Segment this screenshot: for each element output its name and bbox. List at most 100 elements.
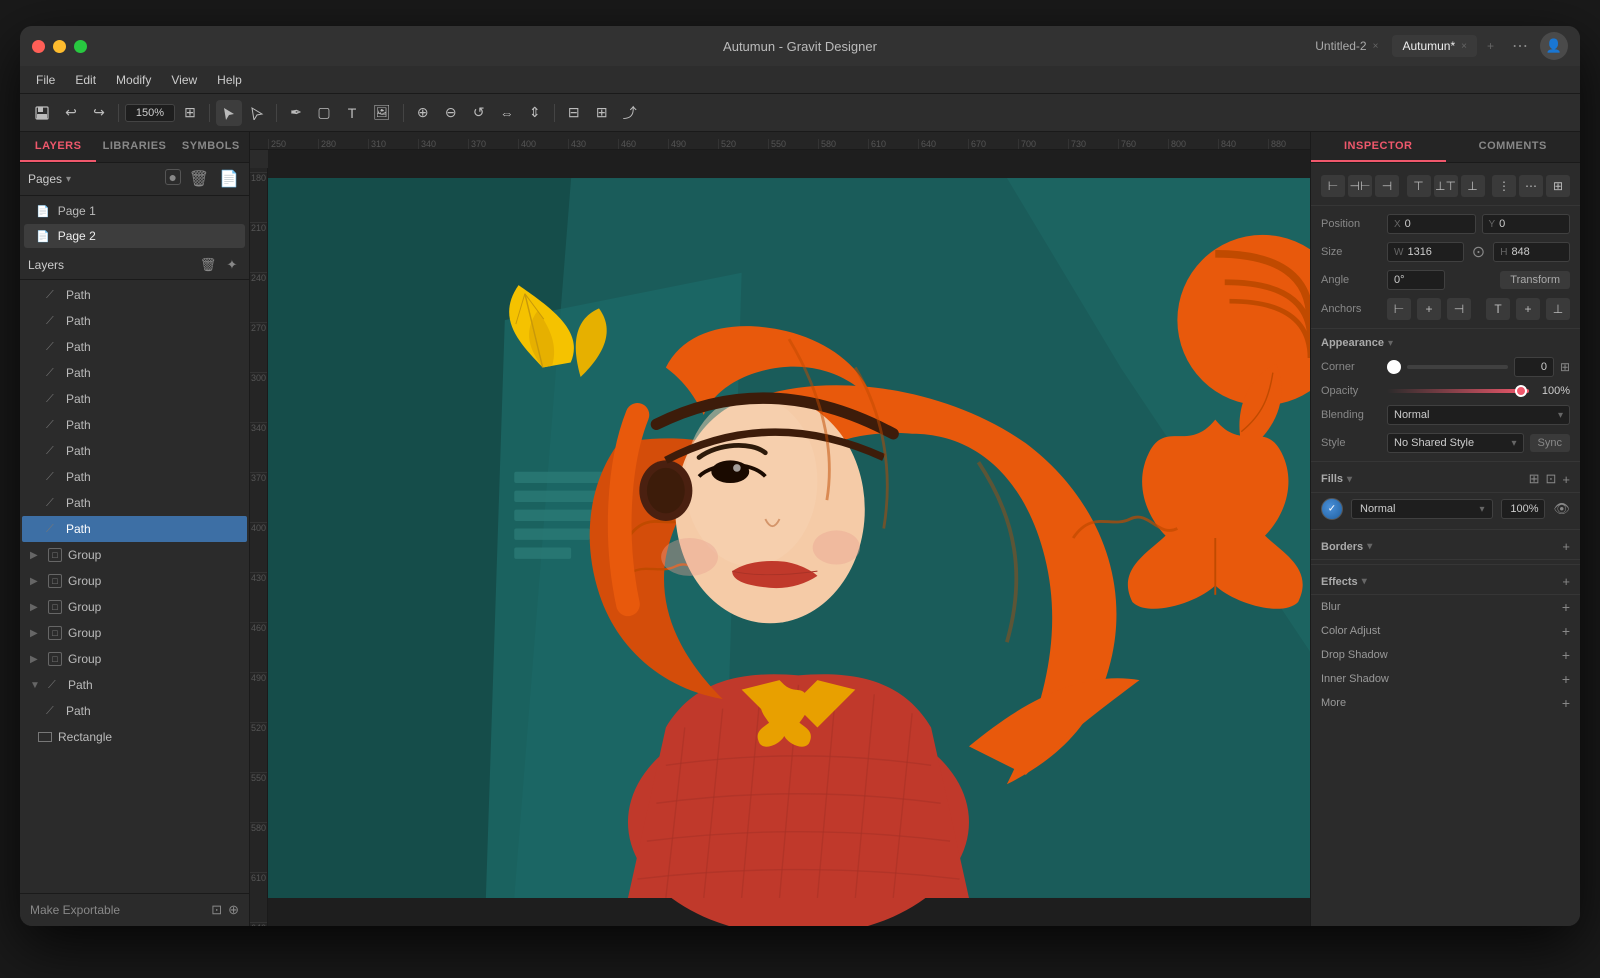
export-tool[interactable]: ⤴ xyxy=(617,100,643,126)
anchor-mid-button[interactable]: + xyxy=(1516,298,1540,320)
layer-path-11[interactable]: ⟋ Path xyxy=(22,698,247,724)
rotate-tool[interactable]: ↺ xyxy=(466,100,492,126)
boolean-subtract[interactable]: ⊖ xyxy=(438,100,464,126)
distribute-tool[interactable]: ⊞ xyxy=(589,100,615,126)
image-tool[interactable]: 🖼 xyxy=(367,100,397,126)
layer-path-8[interactable]: ⟋ Path xyxy=(22,464,247,490)
layer-path-2[interactable]: ⟋ Path xyxy=(22,308,247,334)
appearance-section[interactable]: Appearance ▾ xyxy=(1311,333,1580,353)
group-expand-3[interactable]: ▶ xyxy=(30,602,42,613)
layer-path-group[interactable]: ▼ ⟋ Path xyxy=(22,672,247,698)
position-x-field[interactable]: X 0 xyxy=(1387,214,1476,234)
menu-file[interactable]: File xyxy=(28,70,63,90)
layer-path-4[interactable]: ⟋ Path xyxy=(22,360,247,386)
fills-settings-button[interactable]: ⊞ xyxy=(1529,471,1540,487)
layer-path-3[interactable]: ⟋ Path xyxy=(22,334,247,360)
zoom-display[interactable]: 150% xyxy=(125,104,175,122)
fill-swatch[interactable]: ✓ xyxy=(1321,498,1343,520)
layer-group-2[interactable]: ▶ □ Group xyxy=(22,568,247,594)
size-h-field[interactable]: H 848 xyxy=(1493,242,1570,262)
align-left-button[interactable]: ⊢ xyxy=(1321,175,1345,197)
page-item-1[interactable]: 📄 Page 1 xyxy=(24,199,245,223)
layer-group-4[interactable]: ▶ □ Group xyxy=(22,620,247,646)
corner-dot[interactable] xyxy=(1387,360,1401,374)
tab-inspector[interactable]: INSPECTOR xyxy=(1311,132,1446,162)
flip-v-tool[interactable]: ⇕ xyxy=(522,100,548,126)
layer-path-10[interactable]: ⟋ Path xyxy=(22,516,247,542)
canvas-content[interactable] xyxy=(268,150,1310,926)
fill-type-select[interactable]: Normal ▾ xyxy=(1351,499,1493,519)
align-top-button[interactable]: ⊤ xyxy=(1407,175,1431,197)
delete-layer-button[interactable]: 🗑 xyxy=(199,257,217,273)
align-bottom-button[interactable]: ⊥ xyxy=(1461,175,1485,197)
blur-add-button[interactable]: + xyxy=(1562,599,1570,615)
minimize-button[interactable] xyxy=(53,40,66,53)
inner-shadow-add-button[interactable]: + xyxy=(1562,671,1570,687)
align-center-v-button[interactable]: ⊥⊤ xyxy=(1434,175,1458,197)
align-tool[interactable]: ⊟ xyxy=(561,100,587,126)
transform-button[interactable]: Transform xyxy=(1500,271,1570,289)
layer-group-5[interactable]: ▶ □ Group xyxy=(22,646,247,672)
doc-tab-untitled[interactable]: Untitled-2 × xyxy=(1305,35,1388,57)
tab-symbols[interactable]: Symbols xyxy=(173,132,249,162)
position-y-field[interactable]: Y 0 xyxy=(1482,214,1571,234)
add-doc-tab-button[interactable]: + xyxy=(1481,39,1500,53)
add-page-button[interactable]: 📄 xyxy=(217,169,241,189)
pages-header[interactable]: Pages ▾ xyxy=(28,172,71,186)
undo-button[interactable]: ↩ xyxy=(58,100,84,126)
fill-opacity[interactable]: 100% xyxy=(1501,499,1545,519)
anchor-left-button[interactable]: ⊢ xyxy=(1387,298,1411,320)
layer-rectangle[interactable]: Rectangle xyxy=(22,724,247,750)
layer-path-7[interactable]: ⟋ Path xyxy=(22,438,247,464)
align-right-button[interactable]: ⊣ xyxy=(1375,175,1399,197)
tab-layers[interactable]: Layers xyxy=(20,132,96,162)
text-tool[interactable]: T xyxy=(339,100,365,126)
opacity-slider[interactable] xyxy=(1387,389,1529,393)
layer-path-5[interactable]: ⟋ Path xyxy=(22,386,247,412)
align-center-h-button[interactable]: ⊣⊢ xyxy=(1348,175,1372,197)
zoom-fit-button[interactable]: ⊞ xyxy=(177,100,203,126)
flip-h-tool[interactable]: ⇔ xyxy=(494,100,520,126)
user-avatar[interactable]: 👤 xyxy=(1540,32,1568,60)
tab-comments[interactable]: COMMENTS xyxy=(1446,132,1581,162)
page-visibility-button[interactable]: ● xyxy=(165,169,181,185)
corner-value[interactable]: 0 xyxy=(1514,357,1554,377)
fills-add-button[interactable]: + xyxy=(1562,472,1570,487)
anchor-center-button[interactable]: + xyxy=(1417,298,1441,320)
layer-path-6[interactable]: ⟋ Path xyxy=(22,412,247,438)
layer-group-3[interactable]: ▶ □ Group xyxy=(22,594,247,620)
corner-slider[interactable] xyxy=(1407,365,1508,369)
borders-add-button[interactable]: + xyxy=(1562,539,1570,554)
corner-smooth-button[interactable]: ⊞ xyxy=(1560,360,1570,374)
add-layer-button[interactable]: ✦ xyxy=(223,257,241,273)
dist-v-button[interactable]: ⋯ xyxy=(1519,175,1543,197)
menu-view[interactable]: View xyxy=(163,70,205,90)
style-sync-button[interactable]: Sync xyxy=(1530,434,1570,452)
anchor-top-button[interactable]: T xyxy=(1486,298,1510,320)
group-expand-4[interactable]: ▶ xyxy=(30,628,42,639)
anchor-right-button[interactable]: ⊣ xyxy=(1447,298,1471,320)
layer-path-9[interactable]: ⟋ Path xyxy=(22,490,247,516)
redo-button[interactable]: ↪ xyxy=(86,100,112,126)
effects-add-button[interactable]: + xyxy=(1562,574,1570,589)
menu-help[interactable]: Help xyxy=(209,70,250,90)
menu-edit[interactable]: Edit xyxy=(67,70,104,90)
select-tool[interactable] xyxy=(216,100,242,126)
color-adjust-add-button[interactable]: + xyxy=(1562,623,1570,639)
boolean-union[interactable]: ⊕ xyxy=(410,100,436,126)
dist-h-button[interactable]: ⋮ xyxy=(1492,175,1516,197)
style-select[interactable]: No Shared Style ▾ xyxy=(1387,433,1524,453)
path-group-expand[interactable]: ▼ xyxy=(30,680,42,691)
angle-field[interactable]: 0° xyxy=(1387,270,1445,290)
pen-tool[interactable]: ✒ xyxy=(283,100,309,126)
direct-select-tool[interactable] xyxy=(244,100,270,126)
group-expand-5[interactable]: ▶ xyxy=(30,654,42,665)
layer-path-1[interactable]: ⟋ Path xyxy=(22,282,247,308)
page-item-2[interactable]: 📄 Page 2 xyxy=(24,224,245,248)
link-proportions-button[interactable]: ⊙ xyxy=(1472,242,1485,262)
blending-select[interactable]: Normal ▾ xyxy=(1387,405,1570,425)
menu-modify[interactable]: Modify xyxy=(108,70,159,90)
fills-copy-button[interactable]: ⊡ xyxy=(1546,471,1557,487)
tab-libraries[interactable]: Libraries xyxy=(96,132,172,162)
export-action-1[interactable]: ⊡ xyxy=(211,902,222,918)
